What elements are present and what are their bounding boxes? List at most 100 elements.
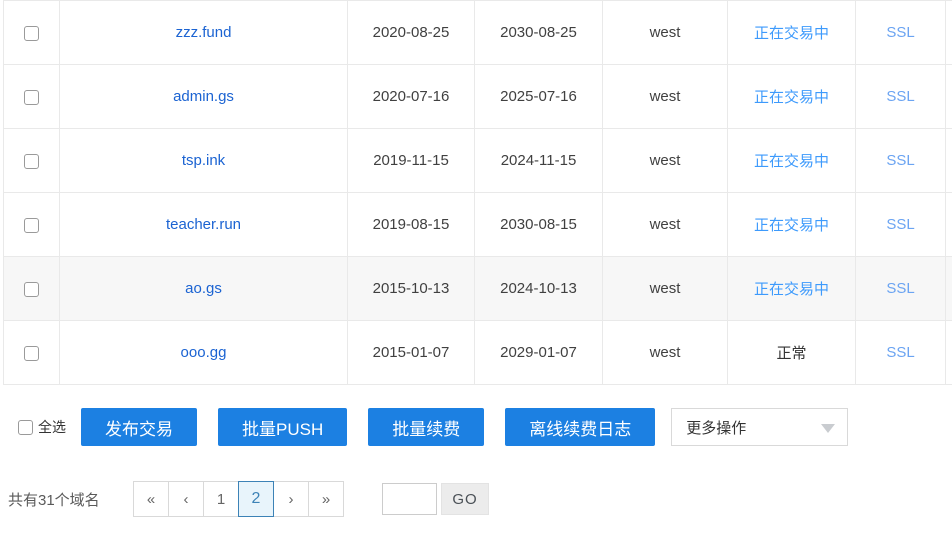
row-checkbox[interactable] <box>24 346 39 361</box>
registered-date-cell: 2020-08-25 <box>348 1 475 65</box>
batch-renew-button[interactable]: 批量续费 <box>368 408 484 446</box>
domain-cell: zzz.fund <box>60 1 348 65</box>
extra-cell <box>946 65 952 129</box>
expiry-date-cell: 2030-08-15 <box>475 193 603 257</box>
status-cell: 正在交易中 <box>728 129 856 193</box>
status-cell: 正在交易中 <box>728 193 856 257</box>
domain-link[interactable]: zzz.fund <box>176 24 232 41</box>
status-cell: 正在交易中 <box>728 1 856 65</box>
more-actions-dropdown[interactable]: 更多操作 <box>671 408 848 446</box>
registrar-cell: west <box>603 65 728 129</box>
ssl-cell: SSL <box>856 257 946 321</box>
batch-push-button[interactable]: 批量PUSH <box>218 408 347 446</box>
row-checkbox-cell <box>4 193 60 257</box>
registrar-cell: west <box>603 193 728 257</box>
table-row: ooo.gg 2015-01-072029-01-07west 正常 SSL <box>4 321 952 385</box>
registered-date-cell: 2015-01-07 <box>348 321 475 385</box>
ssl-link[interactable]: SSL <box>886 344 914 361</box>
domain-status: 正常 <box>776 345 806 362</box>
page-next-button[interactable]: › <box>273 481 309 517</box>
expiry-date-cell: 2029-01-07 <box>475 321 603 385</box>
domain-cell: ooo.gg <box>60 321 348 385</box>
ssl-cell: SSL <box>856 65 946 129</box>
domain-status[interactable]: 正在交易中 <box>754 281 829 298</box>
status-cell: 正常 <box>728 321 856 385</box>
page-1-button[interactable]: 1 <box>203 481 239 517</box>
domain-count-summary: 共有31个域名 <box>8 489 125 510</box>
domain-cell: admin.gs <box>60 65 348 129</box>
domain-link[interactable]: ooo.gg <box>181 344 227 361</box>
domain-link[interactable]: ao.gs <box>185 280 222 297</box>
row-checkbox-cell <box>4 129 60 193</box>
go-button[interactable]: GO <box>441 483 489 515</box>
domain-cell: tsp.ink <box>60 129 348 193</box>
more-actions-label: 更多操作 <box>686 417 746 438</box>
expiry-date-cell: 2024-11-15 <box>475 129 603 193</box>
extra-cell <box>946 257 952 321</box>
expiry-date-cell: 2030-08-25 <box>475 1 603 65</box>
domain-status[interactable]: 正在交易中 <box>754 153 829 170</box>
domain-status[interactable]: 正在交易中 <box>754 217 829 234</box>
extra-cell <box>946 193 952 257</box>
registered-date-cell: 2015-10-13 <box>348 257 475 321</box>
page-2-button[interactable]: 2 <box>238 481 274 517</box>
row-checkbox-cell <box>4 257 60 321</box>
ssl-cell: SSL <box>856 321 946 385</box>
domain-cell: ao.gs <box>60 257 348 321</box>
ssl-link[interactable]: SSL <box>886 24 914 41</box>
domain-table-wrap: zzz.fund2020-08-252030-08-25west正在交易中SSL… <box>3 0 952 385</box>
ssl-link[interactable]: SSL <box>886 152 914 169</box>
ssl-cell: SSL <box>856 129 946 193</box>
pager: «‹12›» <box>133 481 344 517</box>
domain-status[interactable]: 正在交易中 <box>754 89 829 106</box>
extra-cell <box>946 129 952 193</box>
pagination-bar: 共有31个域名 «‹12›» GO <box>0 481 952 517</box>
select-all-label: 全选 <box>38 417 66 437</box>
extra-cell <box>946 1 952 65</box>
ssl-link[interactable]: SSL <box>886 216 914 233</box>
row-checkbox[interactable] <box>24 154 39 169</box>
domain-cell: teacher.run <box>60 193 348 257</box>
extra-cell <box>946 321 952 385</box>
registered-date-cell: 2019-08-15 <box>348 193 475 257</box>
row-checkbox[interactable] <box>24 218 39 233</box>
domain-link[interactable]: tsp.ink <box>182 152 225 169</box>
offline-renew-log-button[interactable]: 离线续费日志 <box>505 408 655 446</box>
status-cell: 正在交易中 <box>728 257 856 321</box>
table-row: zzz.fund 2020-08-252030-08-25west 正在交易中 SSL <box>4 1 952 65</box>
registrar-cell: west <box>603 1 728 65</box>
expiry-date-cell: 2025-07-16 <box>475 65 603 129</box>
page-prev-button[interactable]: ‹ <box>168 481 204 517</box>
status-cell: 正在交易中 <box>728 65 856 129</box>
table-row: ao.gs 2015-10-132024-10-13west 正在交易中 SSL <box>4 257 952 321</box>
row-checkbox-cell <box>4 321 60 385</box>
select-all-checkbox[interactable] <box>18 420 33 435</box>
expiry-date-cell: 2024-10-13 <box>475 257 603 321</box>
row-checkbox[interactable] <box>24 26 39 41</box>
page-last-button[interactable]: » <box>308 481 344 517</box>
domain-table: zzz.fund2020-08-252030-08-25west正在交易中SSL… <box>3 0 952 385</box>
ssl-cell: SSL <box>856 193 946 257</box>
registered-date-cell: 2020-07-16 <box>348 65 475 129</box>
select-all: 全选 <box>18 417 66 437</box>
ssl-link[interactable]: SSL <box>886 280 914 297</box>
row-checkbox[interactable] <box>24 90 39 105</box>
domain-link[interactable]: teacher.run <box>166 216 241 233</box>
page-number-input[interactable] <box>382 483 437 515</box>
publish-trade-button[interactable]: 发布交易 <box>81 408 197 446</box>
registrar-cell: west <box>603 129 728 193</box>
registrar-cell: west <box>603 257 728 321</box>
bulk-actions-toolbar: 全选 发布交易批量PUSH 批量续费离线续费日志 更多操作 <box>0 408 952 446</box>
table-row: teacher.run 2019-08-152030-08-15west 正在交易中… <box>4 193 952 257</box>
ssl-link[interactable]: SSL <box>886 88 914 105</box>
registered-date-cell: 2019-11-15 <box>348 129 475 193</box>
page-first-button[interactable]: « <box>133 481 169 517</box>
registrar-cell: west <box>603 321 728 385</box>
chevron-down-icon <box>821 424 835 433</box>
domain-link[interactable]: admin.gs <box>173 88 234 105</box>
table-row: tsp.ink 2019-11-152024-11-15west 正在交易中 SSL <box>4 129 952 193</box>
table-row: admin.gs 2020-07-162025-07-16west 正在交易中 SSL <box>4 65 952 129</box>
row-checkbox[interactable] <box>24 282 39 297</box>
row-checkbox-cell <box>4 65 60 129</box>
domain-status[interactable]: 正在交易中 <box>754 25 829 42</box>
